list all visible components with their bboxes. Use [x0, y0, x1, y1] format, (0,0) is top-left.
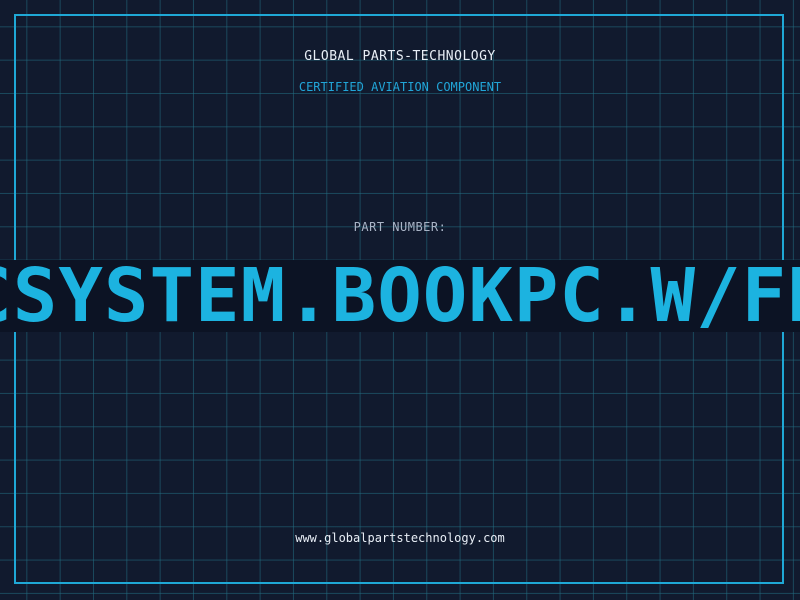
part-number-value: CSYSTEM.BOOKPC.W/FD — [0, 260, 800, 332]
certification-subtitle: CERTIFIED AVIATION COMPONENT — [298, 80, 502, 94]
part-number-band: CSYSTEM.BOOKPC.W/FD — [0, 260, 800, 332]
part-number-label: PART NUMBER: — [353, 220, 447, 234]
company-name: GLOBAL PARTS-TECHNOLOGY — [304, 49, 496, 64]
website-url: www.globalpartstechnology.com — [295, 531, 505, 545]
